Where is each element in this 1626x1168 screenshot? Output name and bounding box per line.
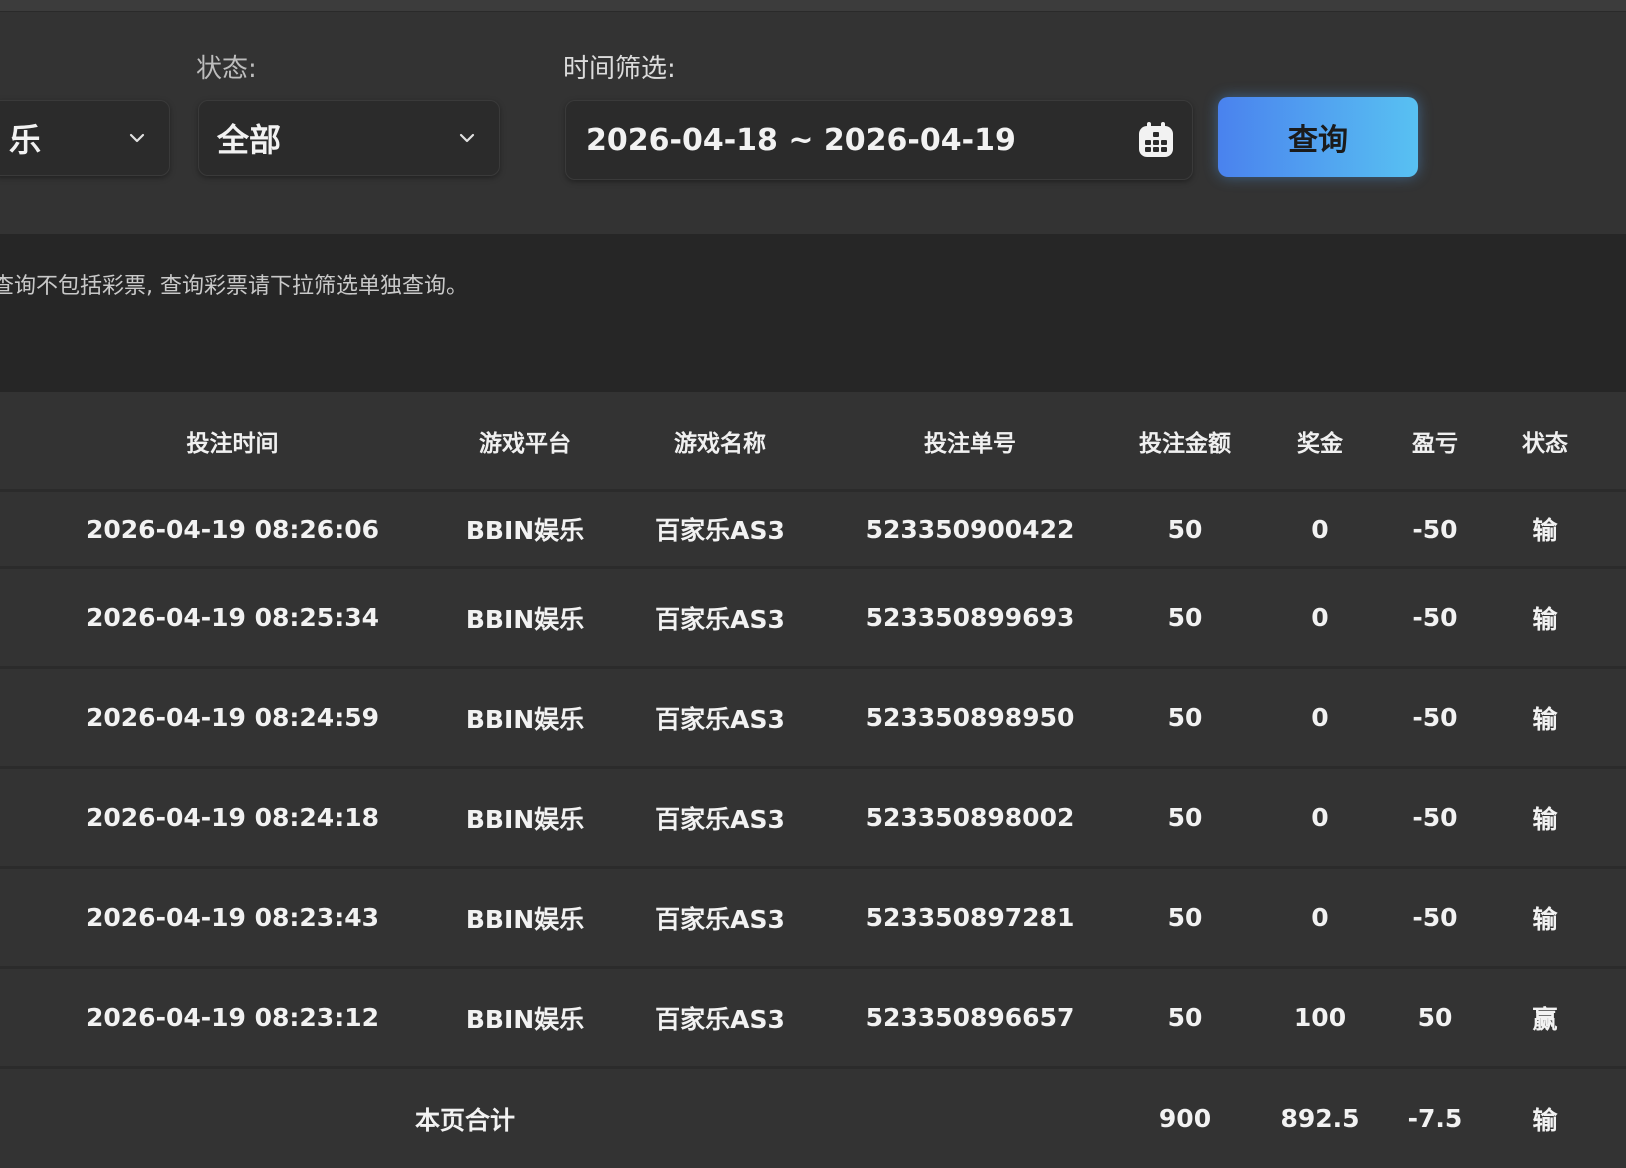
cell-bet-time: 2026-04-19 08:24:59 xyxy=(86,703,379,732)
header-status: 状态 xyxy=(1522,430,1568,457)
cell-status: 输 xyxy=(1532,604,1558,634)
cell-bet-amount: 50 xyxy=(1167,1003,1203,1032)
cell-bonus: 0 xyxy=(1311,903,1329,932)
cell-bet-amount: 50 xyxy=(1167,603,1203,632)
header-bet-number: 投注单号 xyxy=(924,430,1016,457)
page-total-row: 本页合计 900 892.5 -7.5 输 xyxy=(0,1069,1626,1168)
header-game-name: 游戏名称 xyxy=(674,430,766,457)
table-row[interactable]: 2026-04-19 08:25:34 BBIN娱乐 百家乐AS3 523350… xyxy=(0,569,1626,669)
total-profit: -7.5 xyxy=(1407,1104,1463,1133)
cell-game-name: 百家乐AS3 xyxy=(655,704,785,734)
cell-platform: BBIN娱乐 xyxy=(465,516,585,545)
cell-platform: BBIN娱乐 xyxy=(465,604,585,634)
cell-game-name: 百家乐AS3 xyxy=(655,904,785,934)
cell-profit: -50 xyxy=(1412,803,1458,832)
table-row[interactable]: 2026-04-19 08:23:43 BBIN娱乐 百家乐AS3 523350… xyxy=(0,869,1626,969)
date-range-value: 2026-04-18 ~ 2026-04-19 xyxy=(586,122,1016,158)
platform-select[interactable]: 乐 xyxy=(0,100,170,176)
cell-bet-number: 523350897281 xyxy=(865,903,1075,932)
cell-profit: -50 xyxy=(1412,703,1458,732)
status-label: 状态: xyxy=(196,54,257,84)
cell-platform: BBIN娱乐 xyxy=(465,704,585,734)
cell-profit: -50 xyxy=(1412,903,1458,932)
cell-bet-time: 2026-04-19 08:23:43 xyxy=(86,903,379,932)
cell-profit: 50 xyxy=(1417,1003,1453,1032)
cell-bonus: 0 xyxy=(1311,514,1329,544)
cell-bet-amount: 50 xyxy=(1167,703,1203,732)
table-row[interactable]: 2026-04-19 08:24:18 BBIN娱乐 百家乐AS3 523350… xyxy=(0,769,1626,869)
table-header-row: 投注时间 游戏平台 游戏名称 投注单号 投注金额 奖金 盈亏 状态 xyxy=(0,392,1626,492)
cell-game-name: 百家乐AS3 xyxy=(655,516,785,545)
cell-bet-number: 523350898950 xyxy=(865,703,1075,732)
cell-bet-amount: 50 xyxy=(1167,803,1203,832)
chevron-down-icon xyxy=(459,133,475,143)
cell-bet-amount: 50 xyxy=(1167,903,1203,932)
cell-bonus: 0 xyxy=(1311,703,1329,732)
date-range-picker[interactable]: 2026-04-18 ~ 2026-04-19 xyxy=(565,100,1193,180)
cell-bet-number: 523350900422 xyxy=(865,514,1075,544)
cell-status: 输 xyxy=(1532,704,1558,734)
calendar-icon[interactable] xyxy=(1136,120,1176,160)
total-bet-amount: 900 xyxy=(1158,1104,1212,1133)
cell-status: 赢 xyxy=(1532,1004,1558,1034)
notice-band xyxy=(0,234,1626,392)
query-button[interactable]: 查询 xyxy=(1218,97,1418,177)
table-row[interactable]: 2026-04-19 08:23:12 BBIN娱乐 百家乐AS3 523350… xyxy=(0,969,1626,1069)
notice-text: 查询不包括彩票, 查询彩票请下拉筛选单独查询。 xyxy=(0,274,468,299)
filter-panel: 乐 状态: 全部 时间筛选: 2026-04-18 ~ 2026-04-19 查… xyxy=(0,12,1626,234)
cell-game-name: 百家乐AS3 xyxy=(655,804,785,834)
page-total-label: 本页合计 xyxy=(414,1105,515,1135)
platform-select-value: 乐 xyxy=(9,121,42,159)
cell-status: 输 xyxy=(1532,804,1558,834)
status-select[interactable]: 全部 xyxy=(198,100,500,176)
chevron-down-icon xyxy=(129,133,145,143)
cell-bet-number: 523350896657 xyxy=(865,1003,1075,1032)
cell-status: 输 xyxy=(1532,516,1558,545)
cell-platform: BBIN娱乐 xyxy=(465,1004,585,1034)
cell-status: 输 xyxy=(1532,904,1558,934)
cell-bonus: 0 xyxy=(1311,603,1329,632)
cell-game-name: 百家乐AS3 xyxy=(655,1004,785,1034)
header-profit: 盈亏 xyxy=(1412,430,1458,457)
header-bet-time: 投注时间 xyxy=(186,430,279,457)
cell-bet-number: 523350899693 xyxy=(865,603,1075,632)
status-select-value: 全部 xyxy=(217,121,282,159)
cell-profit: -50 xyxy=(1412,603,1458,632)
header-bet-amount: 投注金额 xyxy=(1139,430,1231,457)
cell-bet-time: 2026-04-19 08:26:06 xyxy=(86,514,379,544)
time-filter-label: 时间筛选: xyxy=(563,54,676,84)
table-row[interactable]: 2026-04-19 08:26:06 BBIN娱乐 百家乐AS3 523350… xyxy=(0,492,1626,569)
cell-bet-number: 523350898002 xyxy=(865,803,1075,832)
bet-records-table: 投注时间 游戏平台 游戏名称 投注单号 投注金额 奖金 盈亏 状态 2026-0… xyxy=(0,392,1626,1168)
header-bonus: 奖金 xyxy=(1297,430,1343,457)
table-row[interactable]: 2026-04-19 08:24:59 BBIN娱乐 百家乐AS3 523350… xyxy=(0,669,1626,769)
cell-platform: BBIN娱乐 xyxy=(465,804,585,834)
total-status: 输 xyxy=(1532,1105,1558,1135)
cell-bet-time: 2026-04-19 08:23:12 xyxy=(86,1003,379,1032)
cell-bet-time: 2026-04-19 08:25:34 xyxy=(86,603,379,632)
cell-bonus: 100 xyxy=(1293,1003,1347,1032)
cell-bonus: 0 xyxy=(1311,803,1329,832)
cell-platform: BBIN娱乐 xyxy=(465,904,585,934)
cell-profit: -50 xyxy=(1412,514,1458,544)
total-bonus: 892.5 xyxy=(1280,1104,1360,1133)
cell-game-name: 百家乐AS3 xyxy=(655,604,785,634)
header-platform: 游戏平台 xyxy=(479,430,571,457)
cell-bet-time: 2026-04-19 08:24:18 xyxy=(86,803,379,832)
cell-bet-amount: 50 xyxy=(1167,514,1203,544)
top-divider xyxy=(0,0,1626,12)
